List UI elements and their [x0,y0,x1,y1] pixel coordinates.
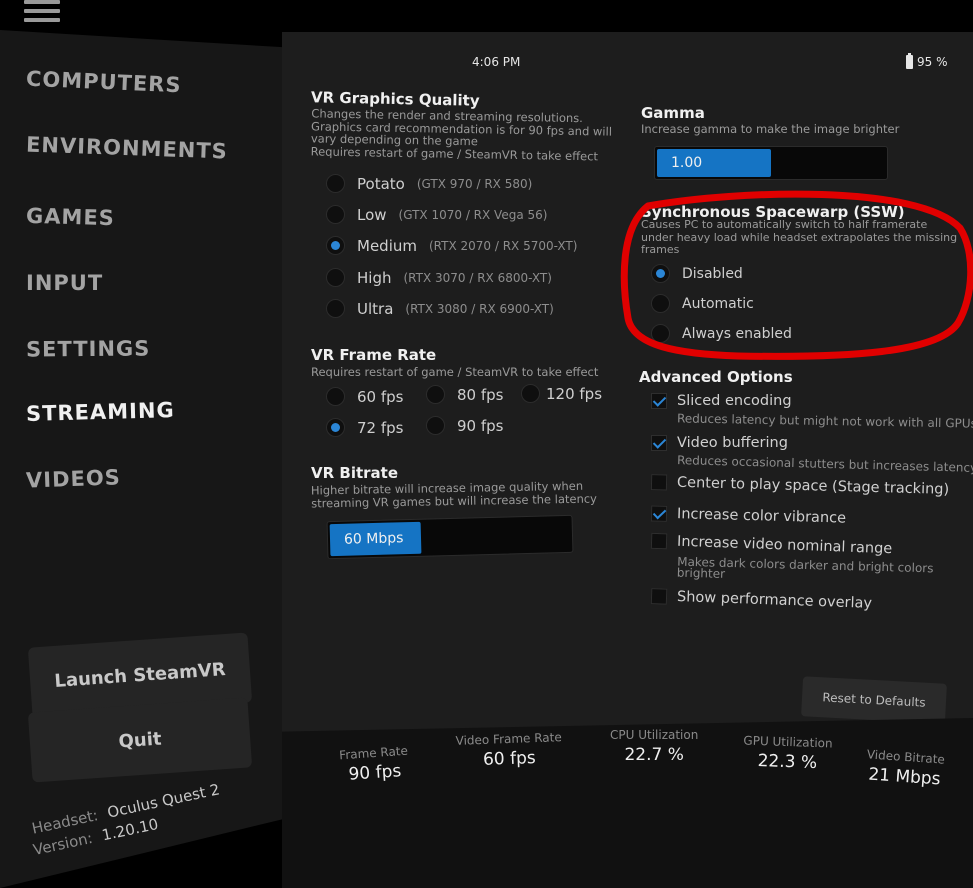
radio-icon[interactable] [426,416,445,435]
radio-icon[interactable] [326,174,345,193]
checkbox-checked-icon[interactable] [651,393,667,409]
checkbox-icon[interactable] [650,474,668,491]
clock: 4:06 PM [472,55,521,69]
frame-rate-option-120[interactable]: 120 fps [521,384,602,403]
graphics-option-low[interactable]: Low (GTX 1070 / RX Vega 56) [326,205,547,224]
streaming-settings-screen: COMPUTERS ENVIRONMENTS GAMES INPUT SETTI… [0,0,973,888]
sidebar-item-streaming[interactable]: STREAMING [26,398,175,426]
radio-icon[interactable] [326,299,345,318]
radio-icon[interactable] [326,205,345,224]
checkbox-icon[interactable] [650,532,668,550]
gamma-slider[interactable]: 1.00 [654,146,888,180]
frame-rate-option-60[interactable]: 60 fps [326,387,403,406]
bitrate-value: 60 Mbps [343,530,404,548]
reset-defaults-button[interactable]: Reset to Defaults [801,676,947,724]
bitrate-desc: Higher bitrate will increase image quali… [310,478,598,510]
sidebar-item-videos[interactable]: VIDEOS [26,465,122,492]
ssw-option-disabled[interactable]: Disabled [651,264,743,283]
stat-cpu-utilization: CPU Utilization 22.7 % [610,728,699,765]
sidebar-item-input[interactable]: INPUT [26,271,103,295]
stat-gpu-utilization: GPU Utilization 22.3 % [743,733,833,774]
graphics-option-medium[interactable]: Medium (RTX 2070 / RX 5700-XT) [326,236,577,255]
advanced-options-title: Advanced Options [639,368,793,386]
battery-status: 95 % [906,53,948,69]
graphics-quality-desc: Changes the render and streaming resolut… [310,106,613,163]
frame-rate-title: VR Frame Rate [311,346,437,364]
graphics-option-high[interactable]: High (RTX 3070 / RX 6800-XT) [326,268,552,287]
checkbox-checked-icon[interactable] [651,435,667,451]
hamburger-menu-icon[interactable] [24,0,60,24]
sidebar-item-settings[interactable]: SETTINGS [26,336,151,361]
checkbox-video-buffering[interactable]: Video buffering [651,435,788,451]
graphics-option-potato[interactable]: Potato (GTX 970 / RX 580) [326,174,532,193]
ssw-desc: Causes PC to automatically switch to hal… [641,218,958,256]
gamma-desc: Increase gamma to make the image brighte… [641,122,900,136]
ssw-option-automatic[interactable]: Automatic [651,294,754,313]
frame-rate-option-80[interactable]: 80 fps [426,385,503,404]
radio-icon[interactable] [521,384,540,403]
frame-rate-option-90[interactable]: 90 fps [426,416,503,435]
bitrate-slider[interactable]: 60 Mbps [326,514,574,560]
gamma-value: 1.00 [671,155,703,171]
stat-video-frame-rate: Video Frame Rate 60 fps [455,730,562,770]
stat-frame-rate: Frame Rate 90 fps [338,743,409,785]
checkbox-sliced-encoding[interactable]: Sliced encoding [651,393,792,409]
radio-icon[interactable] [651,324,670,343]
battery-icon [906,53,913,69]
radio-icon[interactable] [651,294,670,313]
radio-selected-icon[interactable] [326,418,345,437]
ssw-option-always-enabled[interactable]: Always enabled [651,324,792,343]
stat-video-bitrate: Video Bitrate 21 Mbps [866,747,946,790]
frame-rate-option-72[interactable]: 72 fps [326,418,403,437]
radio-selected-icon[interactable] [326,236,345,255]
sidebar-item-games[interactable]: GAMES [26,204,115,230]
radio-icon[interactable] [426,385,445,404]
radio-icon[interactable] [326,387,345,406]
battery-level: 95 % [917,55,948,69]
checkbox-checked-icon[interactable] [650,505,668,522]
checkbox-icon[interactable] [650,588,668,605]
graphics-option-ultra[interactable]: Ultra (RTX 3080 / RX 6900-XT) [326,299,554,318]
frame-rate-desc: Requires restart of game / SteamVR to ta… [311,365,599,379]
radio-icon[interactable] [326,268,345,287]
radio-selected-icon[interactable] [651,264,670,283]
gamma-title: Gamma [641,104,705,122]
bitrate-title: VR Bitrate [311,464,398,482]
